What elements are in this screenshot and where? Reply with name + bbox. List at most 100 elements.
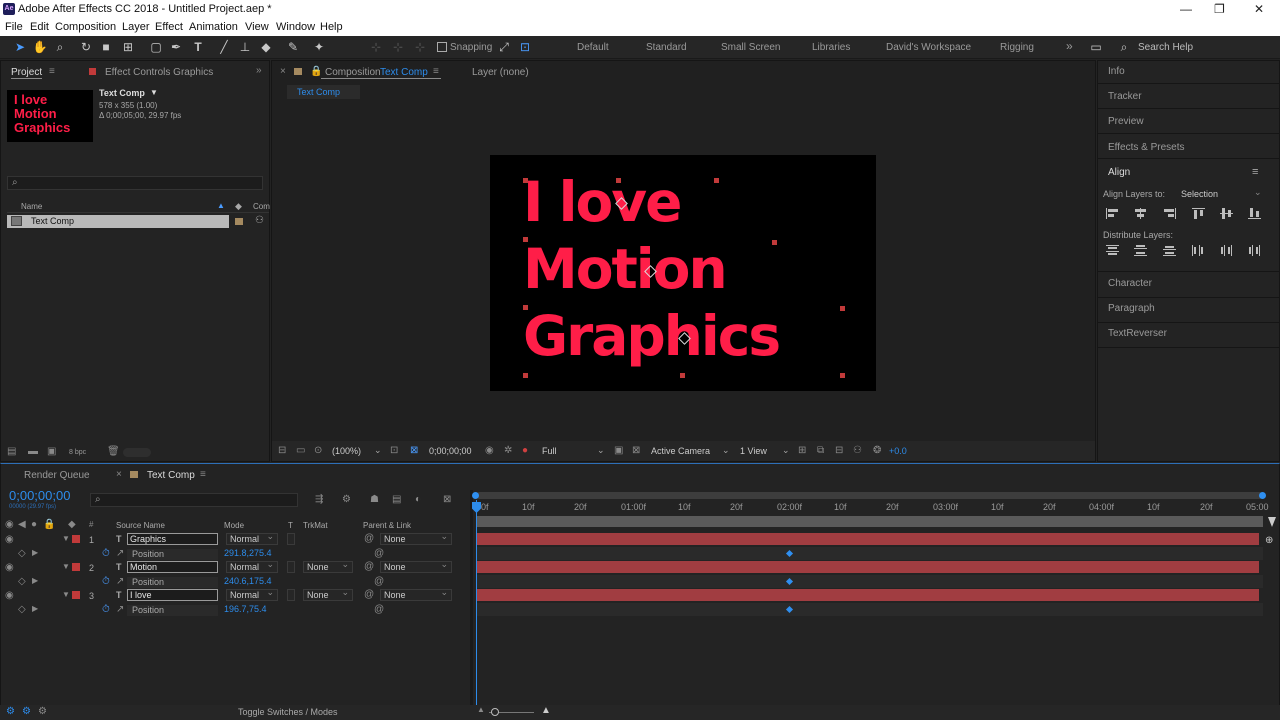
zoom-tool-icon[interactable]: ⌕ [52,39,68,55]
bbox-handle[interactable] [772,240,777,245]
comp-timecode[interactable]: 0;00;00;00 [429,446,472,456]
local-axis-icon[interactable]: ⊹ [368,39,384,55]
zoom-slider-handle[interactable] [491,708,499,716]
panel-overflow-icon[interactable]: » [256,65,262,76]
graph-icon[interactable]: ↗ [116,576,124,587]
panel-character[interactable]: Character [1108,278,1152,289]
view-axis-icon[interactable]: ⊹ [412,39,428,55]
col-name[interactable]: Name [21,202,42,211]
draft-3d-icon[interactable]: ⚙ [342,494,351,505]
visibility-eye-icon[interactable]: ◉ [5,534,14,545]
pickwhip-icon[interactable]: @ [364,589,374,600]
snap-grid-icon[interactable]: ⊡ [517,39,533,55]
zoom-out-icon[interactable]: ▲ [477,705,485,714]
close-comp-tab-icon[interactable]: × [280,66,286,77]
align-vertical-center-icon[interactable] [1220,208,1234,219]
align-horizontal-center-icon[interactable] [1134,208,1148,219]
stopwatch-icon[interactable]: ⏱ [102,604,110,615]
brush-tool-icon[interactable]: ╱ [216,39,232,55]
visibility-eye-icon[interactable]: ◉ [5,562,14,573]
in-out-icon[interactable]: ⚙ [38,706,47,717]
panel-textreverser[interactable]: TextReverser [1108,328,1167,339]
go-to-end-icon[interactable]: ⊕ [1265,535,1273,546]
comp-panel-menu-icon[interactable]: ≡ [433,66,439,77]
bbox-handle[interactable] [523,373,528,378]
workspace-rigging[interactable]: Rigging [1000,42,1034,53]
menu-view[interactable]: View [245,21,269,33]
distribute-horizontal-center-icon[interactable] [1220,245,1234,256]
distribute-right-icon[interactable] [1248,245,1262,256]
keyframe-nav-icon[interactable]: ◇ [18,604,26,615]
layer-name[interactable]: Motion [127,561,218,573]
col-com[interactable]: Com [253,202,270,211]
bbox-handle[interactable] [840,373,845,378]
graph-icon[interactable]: ↗ [116,604,124,615]
parent-dropdown[interactable]: None [380,531,452,545]
label-tag-icon[interactable]: ◆ [235,201,242,212]
tab-composition-name[interactable]: Text Comp [380,67,428,78]
puppet-tool-icon[interactable]: ✦ [311,39,327,55]
panel-paragraph[interactable]: Paragraph [1108,303,1155,314]
interpret-footage-icon[interactable]: ▤ [7,446,16,457]
project-search-input[interactable]: ⌕ [7,176,263,190]
workspace-libraries[interactable]: Libraries [812,42,850,53]
selection-tool-icon[interactable]: ➤ [12,39,28,55]
panel-info[interactable]: Info [1108,66,1125,77]
zoom-dropdown[interactable]: (100%) [332,446,361,456]
expand-arrow-icon[interactable]: ▼ [62,590,70,599]
sort-arrow-icon[interactable]: ▲ [217,201,225,210]
layer-mode-dropdown[interactable]: Normal [226,559,278,573]
transparency-grid-icon[interactable]: ⊠ [632,445,640,456]
new-folder-icon[interactable]: ▬ [28,446,38,457]
align-menu-icon[interactable]: ≡ [1252,166,1258,178]
menu-effect[interactable]: Effect [155,21,183,33]
property-pickwhip-icon[interactable]: @ [374,576,384,587]
graph-editor-icon[interactable]: ⊠ [443,494,451,505]
resolution-chevron-icon[interactable]: ⌄ [597,445,605,456]
align-right-icon[interactable] [1163,208,1177,219]
bbox-handle[interactable] [523,305,528,310]
toggle-pixel-aspect-icon[interactable]: ⊞ [798,445,806,456]
preserve-transparency-checkbox[interactable] [287,533,295,545]
vr-icon[interactable]: ⊙ [314,445,322,456]
search-help-input[interactable]: Search Help [1138,42,1193,53]
menu-composition[interactable]: Composition [55,21,116,33]
position-value[interactable]: 196.7,75.4 [224,604,267,614]
layer-switches-icon[interactable]: ⚙ [6,706,15,717]
zoom-chevron-icon[interactable]: ⌄ [374,445,382,456]
trkmat-dropdown[interactable]: None [303,587,353,601]
zoom-start-handle[interactable] [472,492,479,499]
preserve-transparency-checkbox[interactable] [287,561,295,573]
panel-align[interactable]: Align [1108,167,1130,178]
col-source-name[interactable]: Source Name [116,521,165,530]
views-chevron-icon[interactable]: ⌄ [782,445,790,456]
parent-dropdown[interactable]: None [380,587,452,601]
visibility-eye-icon[interactable]: ◉ [5,590,14,601]
menu-help[interactable]: Help [320,21,343,33]
pickwhip-icon[interactable]: @ [364,561,374,572]
panel-menu-icon[interactable]: ≡ [49,66,55,77]
zoom-end-handle[interactable] [1259,492,1266,499]
workspace-davids[interactable]: David's Workspace [886,42,971,53]
item-label-color[interactable] [235,218,243,225]
fit-icon[interactable]: ⊡ [390,445,398,456]
distribute-left-icon[interactable] [1192,245,1206,256]
bbox-handle[interactable] [680,373,685,378]
graph-icon[interactable]: ↗ [116,548,124,559]
keyframe-nav-icon[interactable]: ◇ [18,548,26,559]
preserve-transparency-checkbox[interactable] [287,589,295,601]
bbox-handle[interactable] [523,178,528,183]
tab-render-queue[interactable]: Render Queue [24,470,90,481]
panel-preview[interactable]: Preview [1108,116,1144,127]
keyframe-nav-icon[interactable]: ◇ [18,576,26,587]
workspace-panel-icon[interactable]: ▭ [1088,39,1104,55]
snapshot-icon[interactable]: ◉ [485,445,494,456]
bbox-handle[interactable] [523,237,528,242]
lock-icon[interactable]: 🔒 [310,66,322,77]
position-value[interactable]: 291.8,275.4 [224,548,272,558]
tab-effect-controls[interactable]: Effect Controls Graphics [105,67,213,78]
parent-dropdown[interactable]: None [380,559,452,573]
show-snapshot-icon[interactable]: ✲ [504,445,512,456]
layer-label-color[interactable] [72,563,80,571]
property-pickwhip-icon[interactable]: @ [374,548,384,559]
